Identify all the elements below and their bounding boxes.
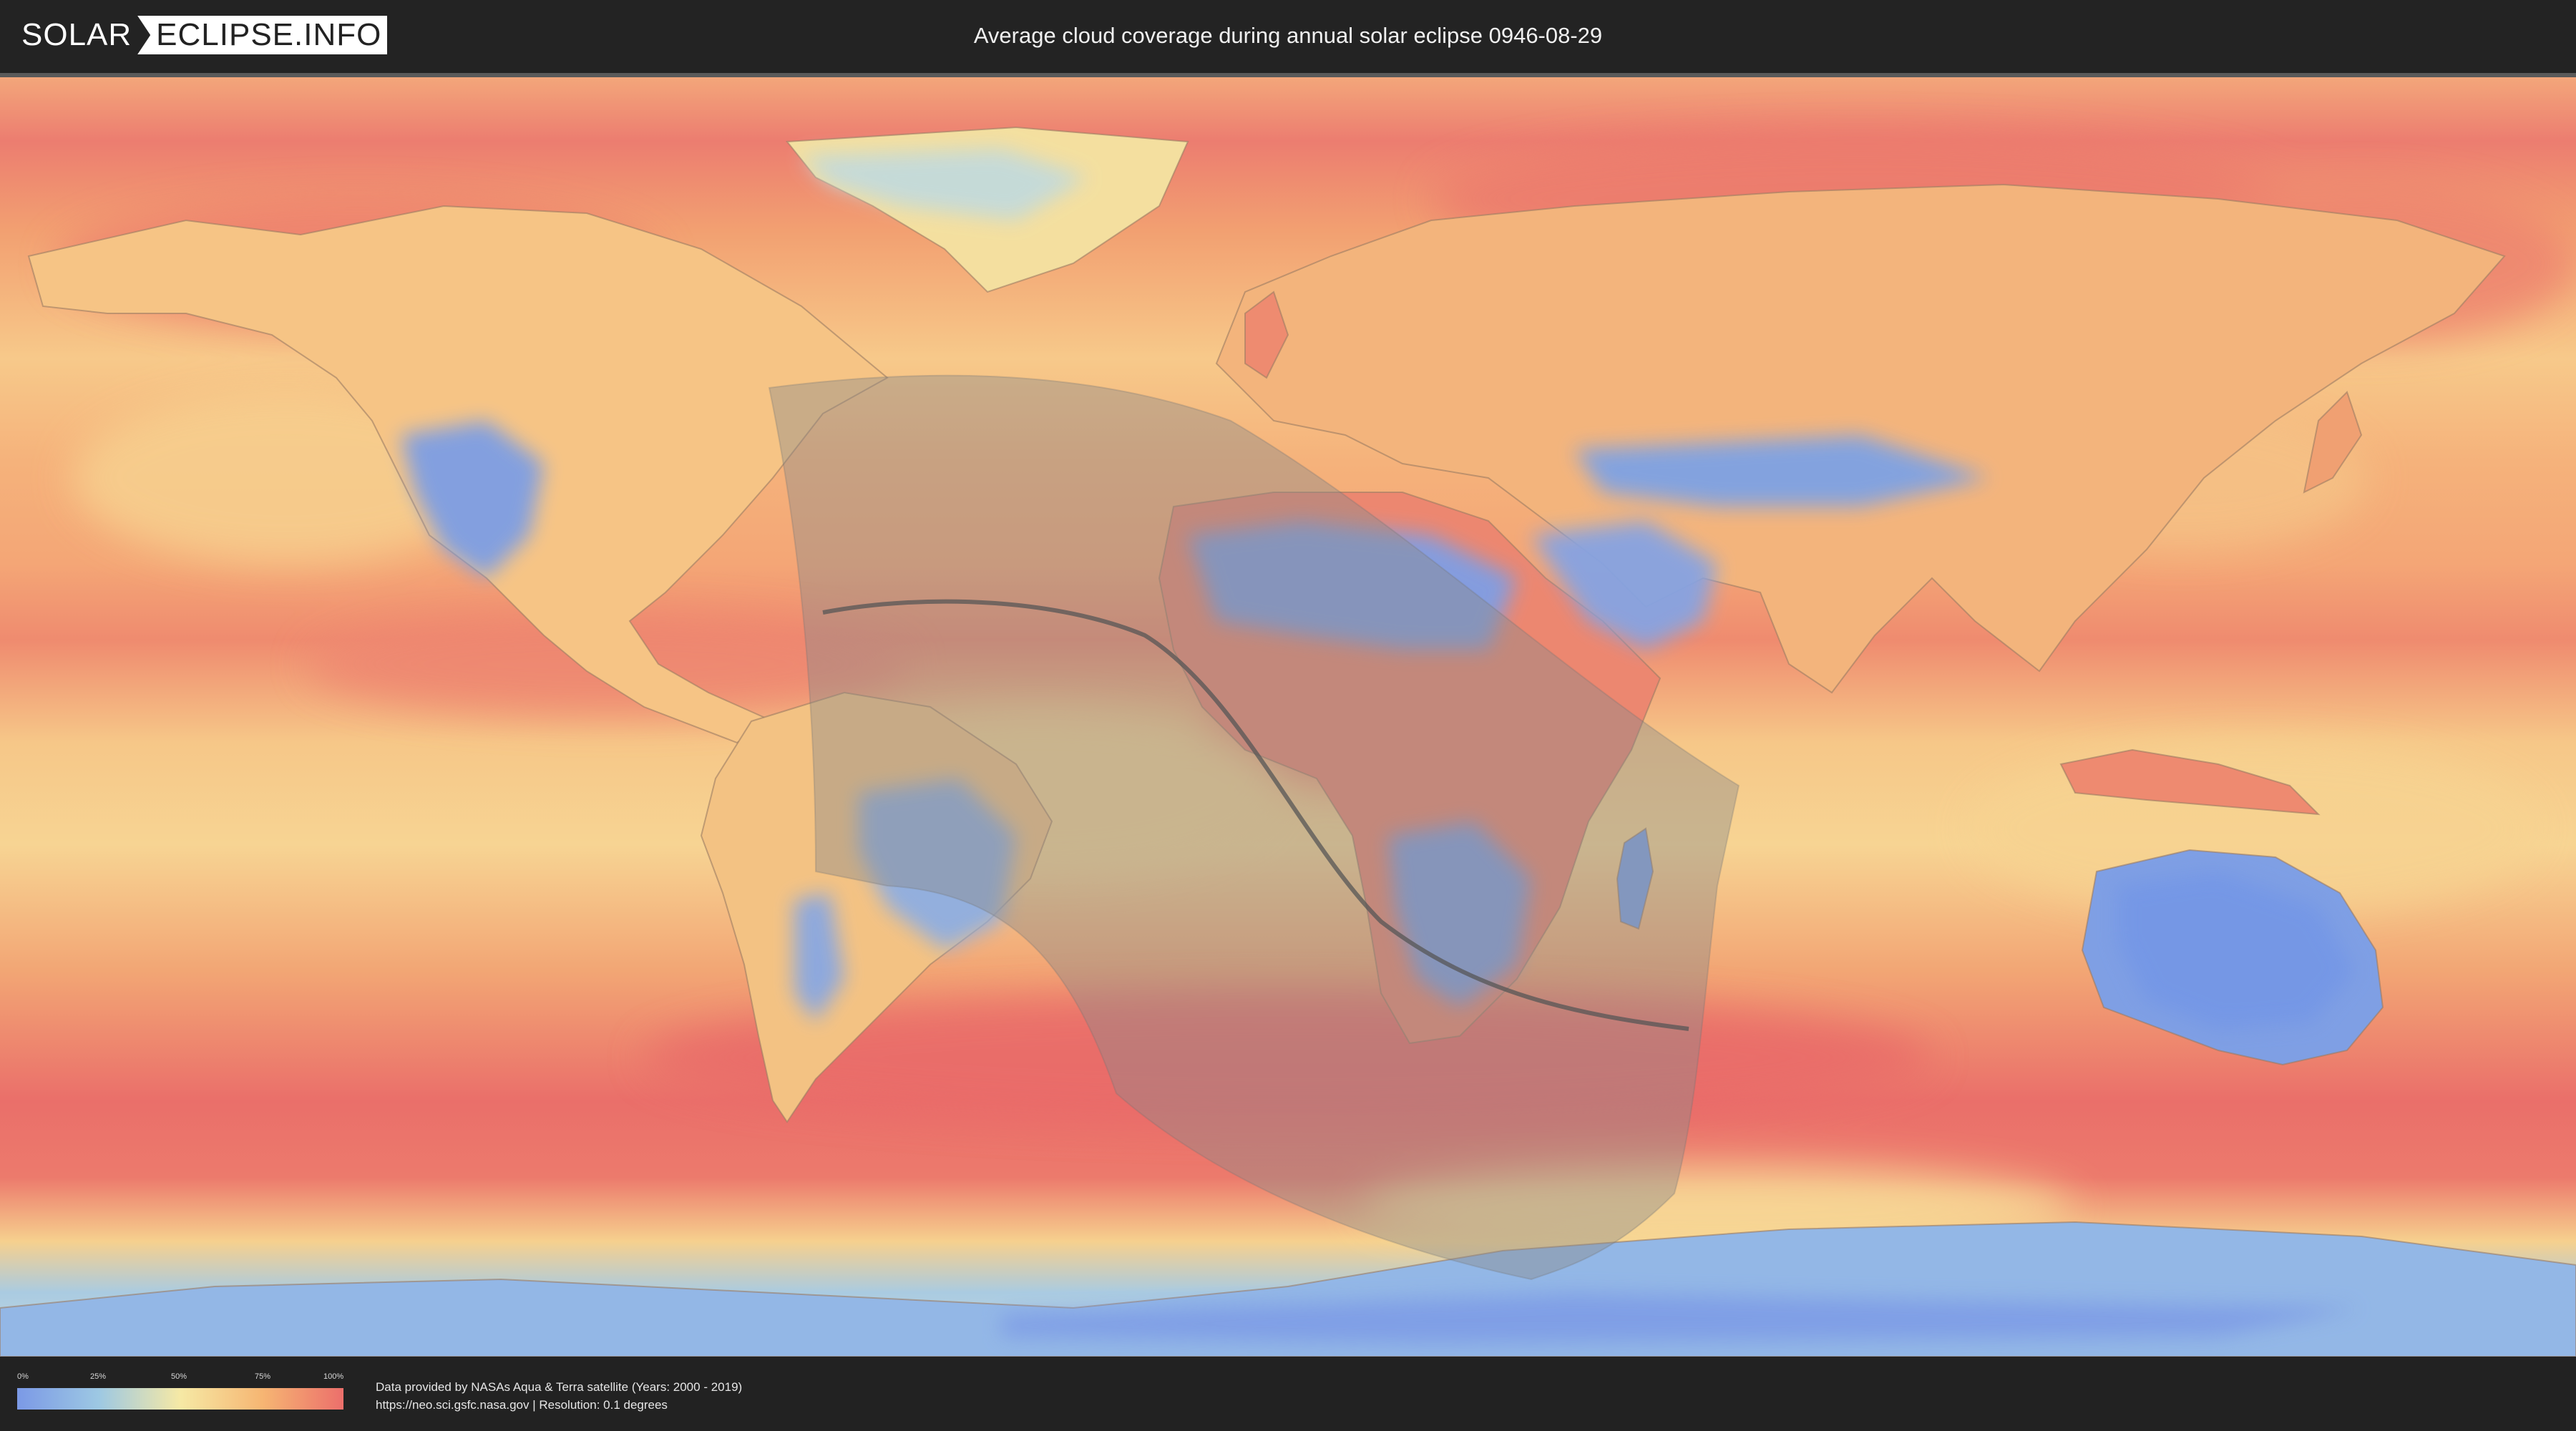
cloud-coverage-map[interactable] <box>0 73 2576 1357</box>
page-title: Average cloud coverage during annual sol… <box>973 23 1603 48</box>
legend-ticks: 0% 25% 50% 75% 100% <box>17 1372 343 1384</box>
legend-tick-50: 50% <box>171 1372 187 1381</box>
legend-tick-25: 25% <box>90 1372 107 1381</box>
world-map-svg <box>0 77 2576 1357</box>
cloud-coverage-legend: 0% 25% 50% 75% 100% <box>17 1372 343 1411</box>
legend-tick-0: 0% <box>17 1372 29 1381</box>
data-credits: Data provided by NASAs Aqua & Terra sate… <box>376 1378 742 1414</box>
legend-tick-100: 100% <box>323 1372 344 1381</box>
footer-bar: 0% 25% 50% 75% 100% Data provided by NAS… <box>0 1357 2576 1431</box>
legend-tick-75: 75% <box>255 1372 271 1381</box>
credits-url[interactable]: https://neo.sci.gsfc.nasa.gov | Resoluti… <box>376 1396 742 1414</box>
header-bar: SOLAR ECLIPSE.INFO Average cloud coverag… <box>0 0 2576 72</box>
legend-color-bar <box>17 1388 343 1410</box>
credits-source: Data provided by NASAs Aqua & Terra sate… <box>376 1380 743 1394</box>
